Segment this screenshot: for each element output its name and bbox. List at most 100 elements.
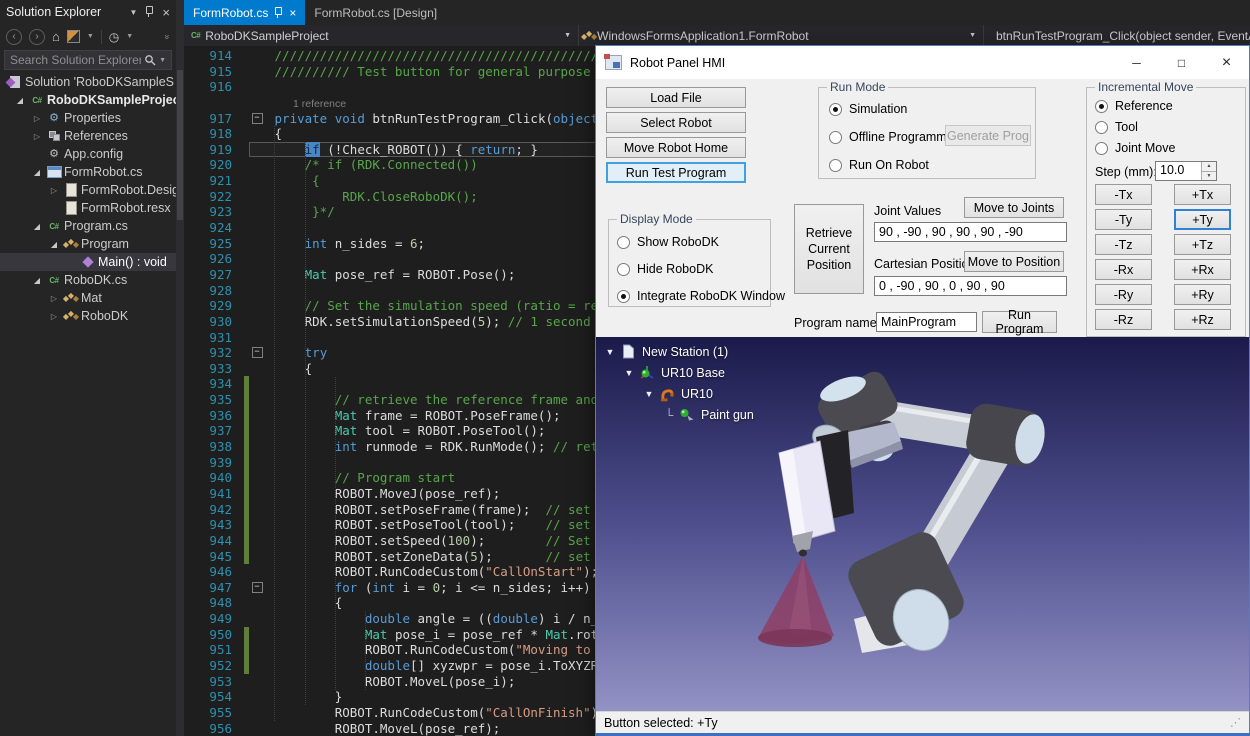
expander-open-icon[interactable]: ▼ [602, 347, 618, 357]
fold-collapse-icon[interactable]: − [249, 111, 265, 127]
chevron-down-icon[interactable]: ▼ [558, 32, 571, 39]
step-up-icon[interactable]: ▲ [1202, 162, 1216, 172]
expander-closed-icon[interactable]: ▷ [29, 132, 45, 141]
tree-item-robodk[interactable]: ▷◆RoboDK [0, 307, 176, 325]
select-robot-button[interactable]: Select Robot [606, 112, 746, 133]
chevron-down-icon[interactable]: ▼ [159, 57, 166, 64]
expander-closed-icon[interactable]: ▷ [46, 312, 62, 321]
jog-minus-tz-button[interactable]: -Tz [1095, 234, 1152, 255]
fold-collapse-icon[interactable]: − [249, 580, 265, 596]
radio-reference[interactable]: Reference [1095, 99, 1173, 113]
tree-item-app-config[interactable]: ⚙App.config [0, 145, 176, 163]
member-dropdown[interactable]: btnRunTestProgram_Click(object sender, E… [984, 25, 1250, 46]
jog-plus-rx-button[interactable]: +Rx [1174, 259, 1231, 280]
tree-item-references[interactable]: ▷References [0, 127, 176, 145]
step-value[interactable]: 10.0 [1156, 162, 1201, 180]
jog-plus-tz-button[interactable]: +Tz [1174, 234, 1231, 255]
tree-item-solution-robodksamples[interactable]: Solution 'RoboDKSampleS [0, 73, 176, 91]
jog-plus-ry-button[interactable]: +Ry [1174, 284, 1231, 305]
tree-item-formrobot-resx[interactable]: FormRobot.resx [0, 199, 176, 217]
jog-plus-tx-button[interactable]: +Tx [1174, 184, 1231, 205]
move-to-joints-button[interactable]: Move to Joints [964, 197, 1064, 218]
robodk-tree-item-ur10[interactable]: ▼UR10 [641, 383, 754, 404]
close-button[interactable]: × [1204, 46, 1249, 79]
jog-minus-rz-button[interactable]: -Rz [1095, 309, 1152, 330]
tree-item-program[interactable]: ◢◆Program [0, 235, 176, 253]
expander-open-icon[interactable]: ◢ [29, 168, 45, 177]
program-name-field[interactable]: MainProgram [876, 312, 977, 332]
radio-hide-robodk[interactable]: Hide RoboDK [617, 262, 713, 276]
search-icon[interactable] [144, 54, 156, 66]
tab-formrobot-cs[interactable]: FormRobot.cs × [184, 0, 305, 25]
jog-minus-ry-button[interactable]: -Ry [1095, 284, 1152, 305]
robodk-tree-item-paint-gun[interactable]: └Paint gun [661, 404, 754, 425]
window-title-bar[interactable]: Robot Panel HMI ─ □ × [596, 46, 1249, 79]
pin-icon[interactable] [146, 6, 153, 14]
move-to-position-button[interactable]: Move to Position [964, 251, 1064, 272]
pin-icon[interactable] [275, 7, 282, 15]
fold-collapse-icon[interactable]: − [249, 345, 265, 361]
jog-minus-rx-button[interactable]: -Rx [1095, 259, 1152, 280]
chevron-down-icon[interactable]: ▼ [126, 33, 133, 40]
expander-closed-icon[interactable]: ▷ [46, 294, 62, 303]
chevron-down-icon[interactable]: ▼ [963, 32, 976, 39]
robodk-3d-view[interactable]: ▼New Station (1)▼UR10 Base▼UR10└Paint gu… [596, 337, 1249, 716]
forward-icon[interactable]: › [29, 29, 45, 45]
tree-item-robodk-cs[interactable]: ◢C#RoboDK.cs [0, 271, 176, 289]
robodk-tree-item-ur10-base[interactable]: ▼UR10 Base [621, 362, 754, 383]
codelens-references[interactable]: 1 reference [267, 98, 346, 110]
radio-tool[interactable]: Tool [1095, 120, 1138, 134]
radio-joint-move[interactable]: Joint Move [1095, 141, 1175, 155]
collapse-all-icon[interactable] [67, 30, 80, 43]
radio-simulation[interactable]: Simulation [829, 102, 907, 116]
move-robot-home-button[interactable]: Move Robot Home [606, 137, 746, 158]
expander-open-icon[interactable]: ◢ [46, 240, 62, 249]
jog-minus-tx-button[interactable]: -Tx [1095, 184, 1152, 205]
scrollbar[interactable] [176, 0, 184, 736]
maximize-button[interactable]: □ [1159, 46, 1204, 79]
tree-item-properties[interactable]: ▷⚙Properties [0, 109, 176, 127]
expander-open-icon[interactable]: ◢ [29, 276, 45, 285]
tree-item-program-cs[interactable]: ◢C#Program.cs [0, 217, 176, 235]
joint-values-field[interactable]: 90 , -90 , 90 , 90 , 90 , -90 [874, 222, 1067, 242]
tree-item-main-void[interactable]: Main() : void [0, 253, 176, 271]
radio-run-on-robot[interactable]: Run On Robot [829, 158, 929, 172]
resize-grip-icon[interactable]: ⋰ [1230, 716, 1241, 729]
type-dropdown[interactable]: ◆ WindowsFormsApplication1.FormRobot ▼ [579, 25, 984, 46]
scrollbar-thumb[interactable] [177, 70, 183, 220]
expander-open-icon[interactable]: ▼ [641, 389, 657, 399]
tree-item-mat[interactable]: ▷◆Mat [0, 289, 176, 307]
step-stepper[interactable]: 10.0 ▲▼ [1155, 161, 1217, 181]
pending-changes-icon[interactable]: ◷ [109, 31, 119, 43]
back-icon[interactable]: ‹ [6, 29, 22, 45]
home-icon[interactable]: ⌂ [52, 30, 60, 43]
radio-show-robodk[interactable]: Show RoboDK [617, 235, 719, 249]
chevron-down-icon[interactable]: ▼ [87, 33, 94, 40]
close-icon[interactable]: × [289, 7, 296, 19]
run-test-program-button[interactable]: Run Test Program [606, 162, 746, 183]
tree-item-formrobot-cs[interactable]: ◢FormRobot.cs [0, 163, 176, 181]
step-down-icon[interactable]: ▼ [1202, 172, 1216, 181]
radio-offline-programming[interactable]: Offline Programming [829, 130, 963, 144]
search-input[interactable]: Search Solution Explorer ( ▼ [4, 50, 172, 70]
retrieve-current-position-button[interactable]: Retrieve Current Position [794, 204, 864, 294]
jog-plus-rz-button[interactable]: +Rz [1174, 309, 1231, 330]
tab-formrobot-cs-design[interactable]: FormRobot.cs [Design] [305, 0, 446, 25]
close-icon[interactable]: × [162, 6, 170, 19]
overflow-icon[interactable]: » [162, 34, 172, 39]
expander-open-icon[interactable]: ◢ [29, 222, 45, 231]
cartesian-position-field[interactable]: 0 , -90 , 90 , 0 , 90 , 90 [874, 276, 1067, 296]
tree-item-robodksampleproject[interactable]: ◢C#RoboDKSampleProject [0, 91, 176, 109]
chevron-down-icon[interactable]: ▼ [129, 8, 137, 17]
expander-open-icon[interactable]: ◢ [12, 96, 28, 105]
expander-closed-icon[interactable]: ▷ [29, 114, 45, 123]
project-dropdown[interactable]: C# RoboDKSampleProject ▼ [184, 25, 579, 46]
expander-open-icon[interactable]: ▼ [621, 368, 637, 378]
tree-item-formrobot-desig[interactable]: ▷FormRobot.Desig [0, 181, 176, 199]
jog-plus-ty-button[interactable]: +Ty [1174, 209, 1231, 230]
robodk-tree-item-new-station-1[interactable]: ▼New Station (1) [602, 341, 754, 362]
load-file-button[interactable]: Load File [606, 87, 746, 108]
jog-minus-ty-button[interactable]: -Ty [1095, 209, 1152, 230]
run-program-button[interactable]: Run Program [982, 311, 1057, 333]
radio-integrate-robodk[interactable]: Integrate RoboDK Window [617, 289, 785, 303]
